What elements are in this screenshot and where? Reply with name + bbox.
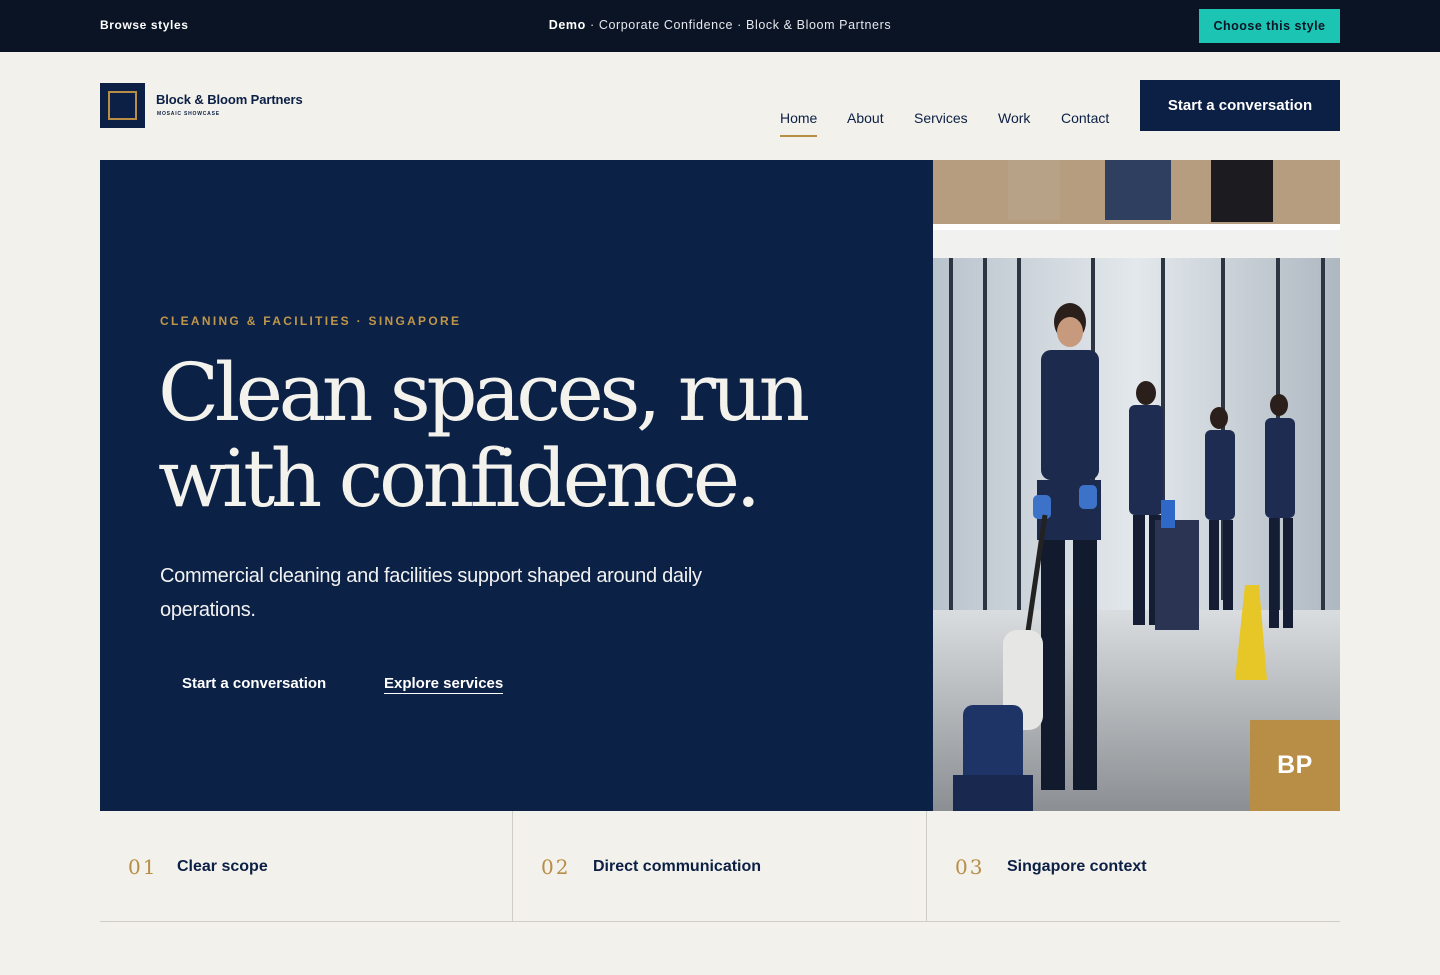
- start-conversation-button[interactable]: Start a conversation: [1140, 80, 1340, 131]
- feature-label: Clear scope: [177, 858, 268, 875]
- demo-bar: Browse styles Demo · Corporate Confidenc…: [0, 0, 1440, 52]
- feature-number: 02: [541, 855, 571, 879]
- feature-item: 03 Singapore context: [927, 811, 1340, 922]
- nav-about[interactable]: About: [847, 110, 884, 126]
- nav-contact[interactable]: Contact: [1061, 110, 1109, 126]
- site-name: Block & Bloom Partners: [746, 18, 892, 32]
- feature-number: 03: [955, 855, 985, 879]
- feature-label: Direct communication: [593, 858, 762, 875]
- separator: ·: [733, 18, 747, 32]
- brand-tagline: MOSAIC SHOWCASE: [157, 111, 220, 117]
- feature-item: 01 Clear scope: [100, 811, 513, 922]
- hero-photo-cleaning-crew: [933, 160, 1340, 811]
- separator: ·: [585, 18, 599, 32]
- style-name: Corporate Confidence: [598, 18, 734, 32]
- bp-monogram-badge: BP: [1250, 720, 1340, 811]
- headline-line-1: Clean spaces, run: [158, 346, 810, 439]
- nav-home[interactable]: Home: [780, 110, 818, 137]
- hero-lead: Commercial cleaning and facilities suppo…: [160, 565, 702, 621]
- brand-name[interactable]: Block & Bloom Partners: [156, 92, 303, 107]
- nav-services[interactable]: Services: [914, 110, 968, 126]
- feature-number: 01: [128, 855, 158, 879]
- demo-label: Demo: [548, 18, 586, 32]
- feature-label: Singapore context: [1007, 858, 1147, 875]
- hero-eyebrow: CLEANING & FACILITIES · SINGAPORE: [160, 314, 462, 328]
- feature-item: 02 Direct communication: [513, 811, 927, 922]
- hero-start-conversation-button[interactable]: Start a conversation: [182, 675, 326, 692]
- logo-icon[interactable]: [100, 83, 145, 128]
- nav-work[interactable]: Work: [998, 110, 1030, 126]
- hero-panel: CLEANING & FACILITIES · SINGAPORE Clean …: [100, 160, 933, 811]
- choose-style-button[interactable]: Choose this style: [1199, 9, 1340, 43]
- explore-services-link[interactable]: Explore services: [384, 675, 504, 694]
- hero-headline: Clean spaces, run with confidence.: [158, 350, 898, 522]
- headline-line-2: with confidence.: [158, 432, 761, 525]
